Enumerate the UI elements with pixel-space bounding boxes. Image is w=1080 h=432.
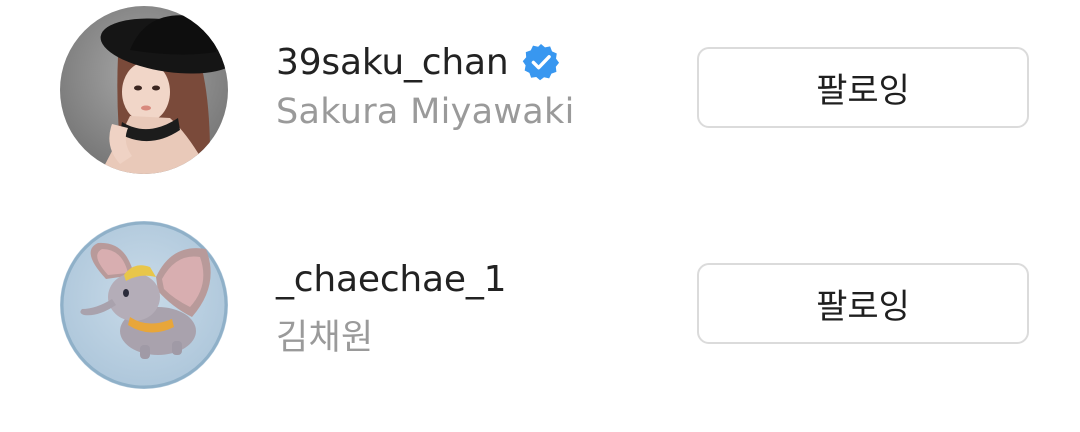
- username-line: 39saku_chan: [276, 36, 676, 88]
- following-button[interactable]: 팔로잉: [697, 47, 1029, 128]
- following-list: 39saku_chan Sakura Miyawaki 팔로잉 _chaecha…: [0, 0, 1080, 432]
- profile-photo-avatar-icon[interactable]: [60, 6, 228, 174]
- dumbo-elephant-avatar-icon[interactable]: [60, 221, 228, 389]
- full-name: 김채원: [276, 318, 374, 358]
- username-line: _chaechae_1: [276, 253, 676, 305]
- user-names: _chaechae_1 김채원: [276, 253, 676, 360]
- list-item-user[interactable]: _chaechae_1 김채원 팔로잉: [0, 217, 1080, 417]
- list-item-user[interactable]: 39saku_chan Sakura Miyawaki 팔로잉: [0, 0, 1080, 200]
- username[interactable]: _chaechae_1: [276, 259, 507, 300]
- username[interactable]: 39saku_chan: [276, 42, 509, 83]
- full-name: Sakura Miyawaki: [276, 92, 575, 132]
- user-names: 39saku_chan Sakura Miyawaki: [276, 36, 676, 133]
- following-button[interactable]: 팔로잉: [697, 263, 1029, 344]
- verified-badge-icon: [522, 43, 560, 81]
